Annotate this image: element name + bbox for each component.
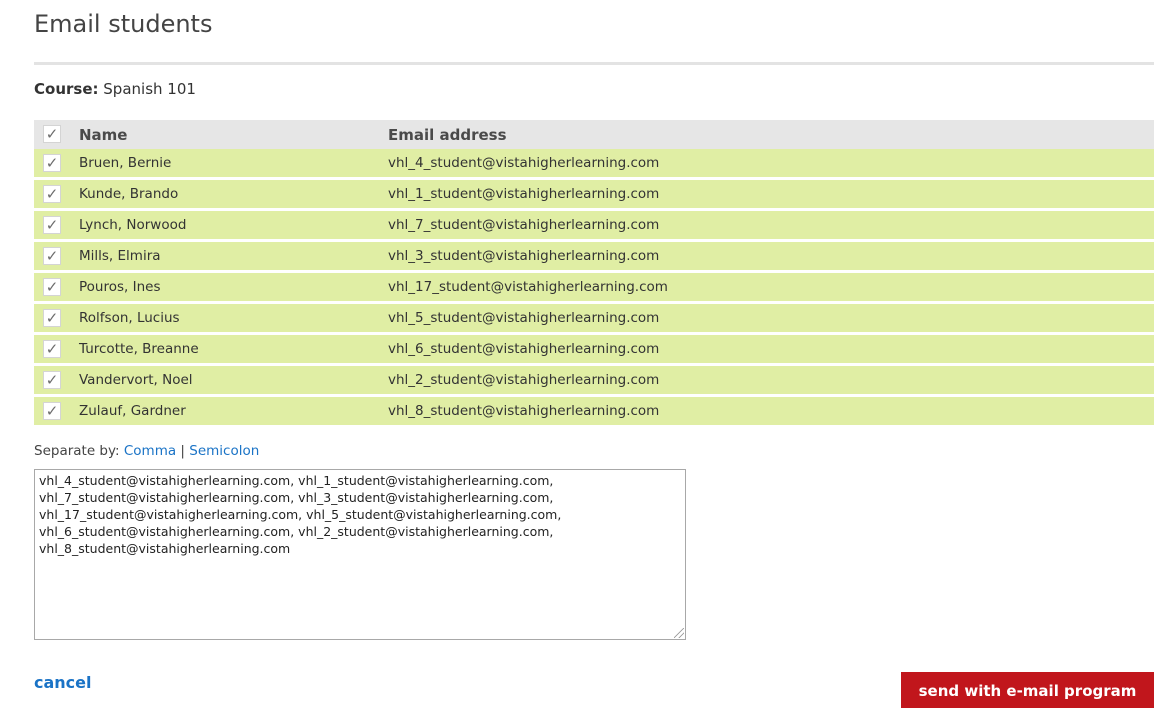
student-name: Turcotte, Breanne: [79, 341, 199, 357]
student-name: Zulauf, Gardner: [79, 403, 186, 419]
select-all-checkbox[interactable]: ✓: [43, 125, 61, 143]
table-row: ✓ Rolfson, Lucius vhl_5_student@vistahig…: [34, 304, 1154, 332]
page-title: Email students: [34, 10, 213, 38]
comma-separator-link[interactable]: Comma: [124, 443, 176, 459]
student-name: Kunde, Brando: [79, 186, 179, 202]
student-name: Rolfson, Lucius: [79, 310, 180, 326]
student-checkbox[interactable]: ✓: [43, 402, 61, 420]
student-checkbox[interactable]: ✓: [43, 216, 61, 234]
student-email: vhl_8_student@vistahigherlearning.com: [388, 403, 660, 419]
title-divider: [34, 62, 1154, 65]
student-checkbox[interactable]: ✓: [43, 309, 61, 327]
course-name: Spanish 101: [103, 80, 196, 98]
separator-label: Separate by:: [34, 443, 120, 459]
cancel-link[interactable]: cancel: [34, 673, 92, 692]
email-column-header: Email address: [388, 126, 507, 144]
student-name: Mills, Elmira: [79, 248, 161, 264]
student-email: vhl_3_student@vistahigherlearning.com: [388, 248, 660, 264]
student-email: vhl_4_student@vistahigherlearning.com: [388, 155, 660, 171]
semicolon-separator-link[interactable]: Semicolon: [189, 443, 259, 459]
student-checkbox[interactable]: ✓: [43, 371, 61, 389]
table-header: ✓ Name Email address: [34, 120, 1154, 149]
student-checkbox[interactable]: ✓: [43, 278, 61, 296]
students-table: ✓ Name Email address ✓ Bruen, Bernie vhl…: [34, 120, 1154, 428]
student-email: vhl_1_student@vistahigherlearning.com: [388, 186, 660, 202]
student-checkbox[interactable]: ✓: [43, 340, 61, 358]
student-checkbox[interactable]: ✓: [43, 185, 61, 203]
student-email: vhl_2_student@vistahigherlearning.com: [388, 372, 660, 388]
student-email: vhl_6_student@vistahigherlearning.com: [388, 341, 660, 357]
email-addresses-textarea[interactable]: vhl_4_student@vistahigherlearning.com, v…: [34, 469, 686, 640]
table-row: ✓ Turcotte, Breanne vhl_6_student@vistah…: [34, 335, 1154, 363]
student-email: vhl_7_student@vistahigherlearning.com: [388, 217, 660, 233]
separator-options: Separate by: Comma | Semicolon: [34, 443, 259, 459]
table-row: ✓ Pouros, Ines vhl_17_student@vistahighe…: [34, 273, 1154, 301]
table-row: ✓ Zulauf, Gardner vhl_8_student@vistahig…: [34, 397, 1154, 425]
name-column-header: Name: [79, 126, 128, 144]
table-row: ✓ Mills, Elmira vhl_3_student@vistahighe…: [34, 242, 1154, 270]
student-name: Lynch, Norwood: [79, 217, 187, 233]
send-with-email-button[interactable]: send with e-mail program: [901, 672, 1154, 708]
student-email: vhl_17_student@vistahigherlearning.com: [388, 279, 668, 295]
student-email: vhl_5_student@vistahigherlearning.com: [388, 310, 660, 326]
table-row: ✓ Lynch, Norwood vhl_7_student@vistahigh…: [34, 211, 1154, 239]
table-row: ✓ Kunde, Brando vhl_1_student@vistahighe…: [34, 180, 1154, 208]
student-name: Bruen, Bernie: [79, 155, 172, 171]
student-name: Vandervort, Noel: [79, 372, 193, 388]
student-name: Pouros, Ines: [79, 279, 161, 295]
textarea-resize-handle[interactable]: [674, 628, 684, 638]
table-row: ✓ Vandervort, Noel vhl_2_student@vistahi…: [34, 366, 1154, 394]
course-label: Course:: [34, 80, 99, 98]
course-info: Course: Spanish 101: [34, 80, 196, 98]
separator-pipe: |: [180, 443, 185, 459]
student-checkbox[interactable]: ✓: [43, 154, 61, 172]
student-checkbox[interactable]: ✓: [43, 247, 61, 265]
table-row: ✓ Bruen, Bernie vhl_4_student@vistahighe…: [34, 149, 1154, 177]
